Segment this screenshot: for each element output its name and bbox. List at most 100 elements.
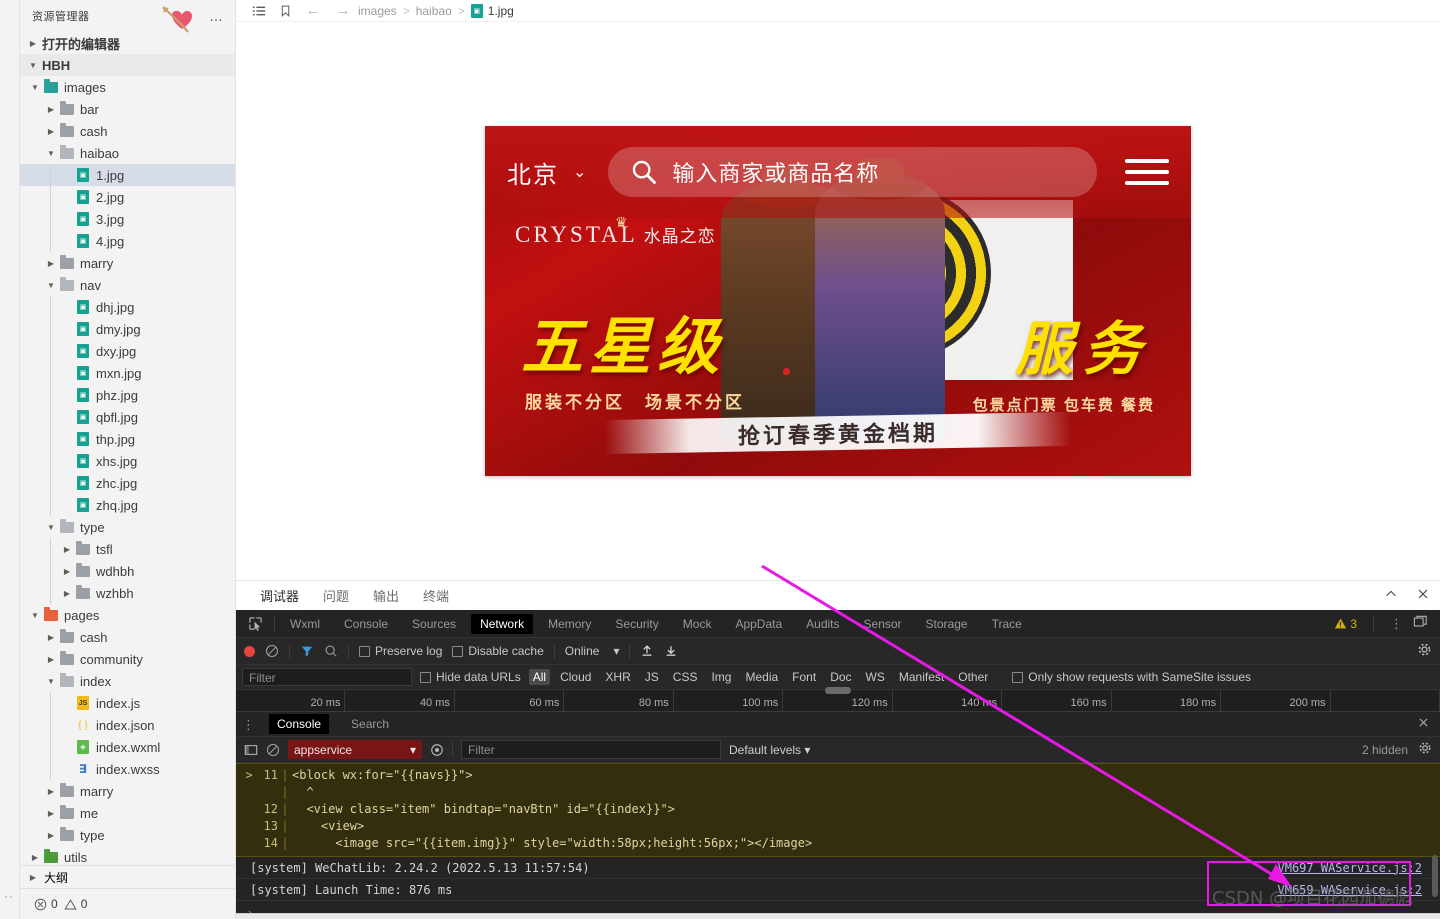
chevron-down-icon[interactable]: ▼ <box>28 611 42 620</box>
devtools-tab-appdata[interactable]: AppData <box>726 614 791 634</box>
devtools-tab-trace[interactable]: Trace <box>983 614 1031 634</box>
record-button[interactable] <box>244 646 255 657</box>
tree-item-index-wxml[interactable]: ▶◈index.wxml <box>20 736 235 758</box>
console-settings-icon[interactable] <box>1418 741 1432 758</box>
tree-item-type[interactable]: ▶type <box>20 824 235 846</box>
hide-data-urls-checkbox[interactable]: Hide data URLs <box>420 670 521 684</box>
warning-icon[interactable]: 0 <box>64 897 88 911</box>
tree-item-qbfl-jpg[interactable]: ▶▣qbfl.jpg <box>20 406 235 428</box>
chevron-right-icon[interactable]: ▶ <box>60 567 74 576</box>
tree-item-index[interactable]: ▼index <box>20 670 235 692</box>
clear-console-button[interactable] <box>266 743 280 757</box>
devtools-tab-mock[interactable]: Mock <box>674 614 721 634</box>
bookmark-icon[interactable] <box>272 4 298 18</box>
tree-item-dxy-jpg[interactable]: ▶▣dxy.jpg <box>20 340 235 362</box>
tree-item-mxn-jpg[interactable]: ▶▣mxn.jpg <box>20 362 235 384</box>
type-filter-doc[interactable]: Doc <box>826 669 855 685</box>
devtools-tab-audits[interactable]: Audits <box>797 614 848 634</box>
tree-item-zhc-jpg[interactable]: ▶▣zhc.jpg <box>20 472 235 494</box>
live-expression-icon[interactable] <box>430 743 444 757</box>
throttling-select[interactable]: Online ▾ <box>565 644 620 658</box>
console-scrollbar[interactable] <box>1432 855 1438 897</box>
tree-item-1-jpg[interactable]: ▶▣1.jpg <box>20 164 235 186</box>
console-context-select[interactable]: appservice ▾ <box>288 740 422 759</box>
chevron-down-icon[interactable]: ▼ <box>44 149 58 158</box>
explorer-more-icon[interactable]: … <box>205 9 227 23</box>
tree-item-index-js[interactable]: ▶JSindex.js <box>20 692 235 714</box>
type-filter-media[interactable]: Media <box>741 669 782 685</box>
open-editors-section[interactable]: ▶ 打开的编辑器 <box>20 32 235 54</box>
back-button[interactable]: ← <box>298 2 328 19</box>
samesite-checkbox[interactable]: Only show requests with SameSite issues <box>1012 670 1251 684</box>
tree-item-haibao[interactable]: ▼haibao <box>20 142 235 164</box>
close-drawer-icon[interactable] <box>1417 716 1440 732</box>
list-icon[interactable] <box>246 4 272 18</box>
chevron-right-icon[interactable]: ▶ <box>44 127 58 136</box>
preserve-log-checkbox[interactable]: Preserve log <box>359 644 442 658</box>
timeline-drag-handle[interactable] <box>825 687 851 694</box>
panel-tab-problems[interactable]: 问题 <box>323 581 349 611</box>
log-source-link[interactable]: VM659 WAService.js:2 <box>1278 883 1440 897</box>
collapse-panel-icon[interactable] <box>1384 587 1398 606</box>
tree-item-wzhbh[interactable]: ▶wzhbh <box>20 582 235 604</box>
devtools-tab-sensor[interactable]: Sensor <box>855 614 911 634</box>
devtools-warning-badge[interactable]: 3 <box>1334 617 1357 631</box>
chevron-right-icon[interactable]: ▶ <box>44 831 58 840</box>
drawer-tab-console[interactable]: Console <box>269 714 329 734</box>
type-filter-img[interactable]: Img <box>707 669 735 685</box>
console-prompt[interactable]: › <box>236 901 1440 913</box>
outline-section[interactable]: ▶ 大纲 <box>20 865 235 889</box>
tree-item-type[interactable]: ▼type <box>20 516 235 538</box>
tree-item-3-jpg[interactable]: ▶▣3.jpg <box>20 208 235 230</box>
tree-item-index-wxss[interactable]: ▶∃index.wxss <box>20 758 235 780</box>
tree-item-bar[interactable]: ▶bar <box>20 98 235 120</box>
drawer-more-icon[interactable]: ⋮ <box>242 720 255 729</box>
chevron-right-icon[interactable]: ▶ <box>60 589 74 598</box>
console-levels-select[interactable]: Default levels ▾ <box>729 743 810 757</box>
breadcrumb-segment-images[interactable]: images <box>358 4 397 18</box>
chevron-right-icon[interactable]: ▶ <box>60 545 74 554</box>
filter-icon[interactable] <box>300 644 314 658</box>
inspect-element-icon[interactable] <box>242 616 268 631</box>
tree-item-index-json[interactable]: ▶{ }index.json <box>20 714 235 736</box>
tree-item-tsfl[interactable]: ▶tsfl <box>20 538 235 560</box>
breadcrumb-file[interactable]: ▣ 1.jpg <box>471 4 514 18</box>
chevron-right-icon[interactable]: ▶ <box>44 259 58 268</box>
breadcrumb-segment-haibao[interactable]: haibao <box>416 4 452 18</box>
devtools-tab-memory[interactable]: Memory <box>539 614 600 634</box>
console-sidebar-icon[interactable] <box>244 743 258 757</box>
chevron-right-icon[interactable]: ▶ <box>28 853 42 862</box>
drawer-tab-search[interactable]: Search <box>343 714 397 734</box>
type-filter-css[interactable]: CSS <box>669 669 702 685</box>
console-filter-input[interactable]: Filter <box>461 740 721 759</box>
tree-item-dhj-jpg[interactable]: ▶▣dhj.jpg <box>20 296 235 318</box>
log-source-link[interactable]: VM697 WAService.js:2 <box>1278 861 1440 875</box>
search-icon[interactable] <box>324 644 338 658</box>
panel-tab-terminal[interactable]: 终端 <box>423 581 449 611</box>
tree-item-utils[interactable]: ▶utils <box>20 846 235 865</box>
tree-item-cash[interactable]: ▶cash <box>20 120 235 142</box>
tree-item-marry[interactable]: ▶marry <box>20 252 235 274</box>
chevron-down-icon[interactable]: ▼ <box>44 677 58 686</box>
chevron-right-icon[interactable]: ▶ <box>44 655 58 664</box>
clear-button[interactable] <box>265 644 279 658</box>
tree-item-me[interactable]: ▶me <box>20 802 235 824</box>
network-timeline[interactable]: 20 ms40 ms60 ms80 ms100 ms120 ms140 ms16… <box>236 690 1440 712</box>
type-filter-js[interactable]: JS <box>641 669 663 685</box>
tree-item-zhq-jpg[interactable]: ▶▣zhq.jpg <box>20 494 235 516</box>
type-filter-manifest[interactable]: Manifest <box>895 669 948 685</box>
close-panel-icon[interactable] <box>1416 587 1430 606</box>
devtools-more-icon[interactable]: ⋮ <box>1390 619 1403 628</box>
network-settings-icon[interactable] <box>1417 642 1432 660</box>
tree-item-xhs-jpg[interactable]: ▶▣xhs.jpg <box>20 450 235 472</box>
type-filter-xhr[interactable]: XHR <box>601 669 634 685</box>
type-filter-ws[interactable]: WS <box>862 669 889 685</box>
chevron-down-icon[interactable]: ▼ <box>28 83 42 92</box>
type-filter-other[interactable]: Other <box>954 669 992 685</box>
dock-panel-icon[interactable] <box>1413 615 1428 632</box>
import-har-icon[interactable] <box>640 644 654 658</box>
chevron-down-icon[interactable]: ▼ <box>44 281 58 290</box>
devtools-tab-security[interactable]: Security <box>606 614 667 634</box>
tree-item-community[interactable]: ▶community <box>20 648 235 670</box>
devtools-tab-wxml[interactable]: Wxml <box>281 614 329 634</box>
